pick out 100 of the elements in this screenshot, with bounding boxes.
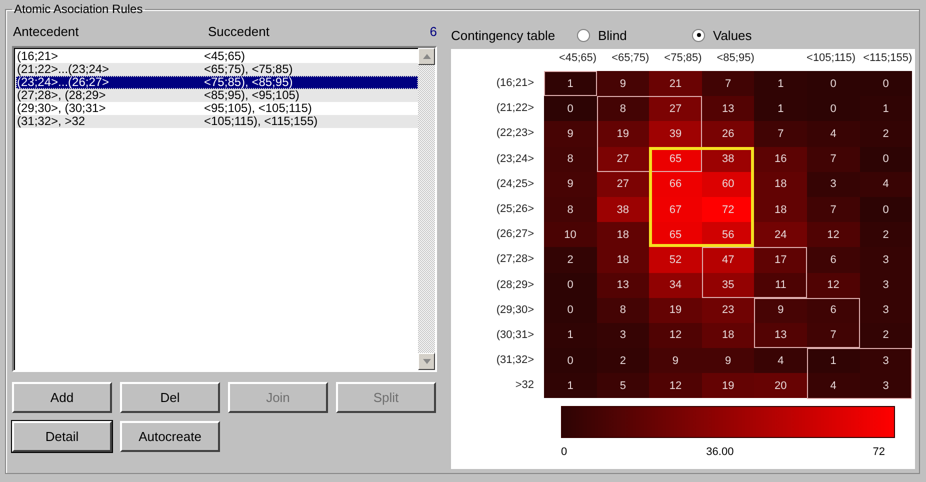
heatmap-cell: 19 [649, 298, 702, 323]
scrollbar[interactable] [418, 48, 435, 370]
action-button[interactable]: Del [120, 382, 220, 413]
radio-option[interactable]: Blind [577, 28, 692, 42]
radio-option[interactable]: Values [692, 28, 807, 42]
heatmap-cell: 13 [702, 96, 754, 122]
row-label: >32 [514, 378, 535, 394]
heatmap-cell: 27 [596, 146, 650, 172]
heatmap-cell: 0 [860, 146, 912, 172]
heatmap-cell: 24 [754, 222, 807, 248]
heatmap-cell: 38 [596, 196, 650, 222]
row-label: (31;32> [495, 353, 535, 368]
heatmap-cell: 20 [754, 373, 807, 398]
heatmap-cell: 21 [649, 71, 702, 96]
heatmap-cell: 12 [806, 272, 860, 298]
rule-row[interactable]: (31;32>, >32 <105;115), <115;155) [16, 115, 418, 128]
heatmap-cell: 8 [544, 196, 597, 222]
row-label: (22;23> [495, 126, 535, 142]
heatmap-cell: 26 [702, 121, 754, 147]
rule-row[interactable]: (27;28>, (28;29> <85;95), <95;105) [16, 89, 418, 102]
scale-label: 72 [872, 446, 885, 458]
column-label: <65;75) [612, 52, 650, 64]
row-label: (16;21> [495, 76, 535, 91]
heatmap-cell: 3 [860, 373, 912, 398]
row-label: (27;28> [495, 252, 535, 268]
heatmap-cell: 67 [649, 196, 702, 222]
heatmap-cell: 18 [702, 322, 754, 348]
heatmap-cell: 2 [860, 222, 912, 248]
heatmap-cell: 1 [754, 71, 807, 96]
heatmap-cell: 2 [860, 322, 912, 348]
heatmap-cell: 3 [860, 247, 912, 272]
heatmap-cell: 2 [860, 121, 912, 147]
row-label: (25;26> [495, 202, 535, 217]
heatmap-cell: 17 [754, 247, 807, 272]
heatmap-cell: 8 [544, 146, 597, 172]
heatmap-cell: 3 [806, 172, 860, 197]
column-header: Antecedent [12, 24, 80, 38]
rule-row[interactable]: (29;30>, (30;31> <95;105), <105;115) [16, 102, 418, 115]
heatmap-cell: 52 [649, 247, 702, 272]
column-header: Succedent [208, 24, 270, 38]
heatmap-cell: 4 [806, 373, 860, 398]
row-label: (29;30> [495, 302, 535, 318]
heatmap-cell: 0 [544, 272, 597, 298]
heatmap-cell: 0 [544, 348, 597, 374]
scale-label: 0 [561, 446, 568, 458]
heatmap-cell: 13 [754, 322, 807, 348]
scroll-down-button[interactable] [418, 353, 435, 370]
heatmap-cell: 9 [544, 121, 597, 147]
heatmap-cell: 16 [754, 146, 807, 172]
rule-row[interactable]: (21;22>...(23;24> <65;75), <75;85) [16, 63, 418, 76]
panel-title: Contingency table [451, 28, 556, 42]
scale-label: 36.00 [706, 446, 734, 458]
rules-listbox[interactable]: (16;21> <45;65) (21;22>...(23;24> <65;75), <75;85) (23;24>...(26;27> <75;85), <85;95) (27;28>, (28;29> <85;95), <95;105) (29;30>, (30;31> <95;105), <105;115) (31;32>, >32 <105;115), <115;155) [12, 46, 437, 372]
heatmap-cell: 6 [806, 298, 860, 323]
heatmap-cell: 7 [806, 322, 860, 348]
heatmap-cell: 6 [806, 247, 860, 272]
heatmap-cell: 18 [754, 172, 807, 197]
up-arrow-icon [422, 54, 430, 59]
heatmap-cell: 9 [702, 348, 754, 374]
scroll-up-button[interactable] [418, 48, 435, 65]
heatmap-cell: 27 [649, 96, 702, 122]
heatmap-cell: 23 [702, 298, 754, 323]
row-label: (24;25> [495, 176, 535, 192]
heatmap-cell: 0 [860, 71, 912, 96]
action-button[interactable]: Detail [12, 421, 112, 452]
heatmap-cell: 9 [544, 172, 597, 197]
row-label: (28;29> [495, 278, 535, 292]
heatmap-cell: 66 [649, 172, 702, 197]
action-button[interactable]: Add [12, 382, 112, 413]
heatmap-cell: 1 [544, 322, 597, 348]
row-label: (26;27> [495, 227, 535, 242]
row-label: (30;31> [495, 328, 535, 343]
heatmap-cell: 0 [544, 298, 597, 323]
heatmap-cell: 11 [754, 272, 807, 298]
action-button[interactable]: Autocreate [120, 421, 220, 452]
rule-row[interactable]: (23;24>...(26;27> <75;85), <85;95) [16, 76, 418, 89]
heatmap-cell: 7 [806, 196, 860, 222]
heatmap-cell: 5 [596, 373, 650, 398]
heatmap-cell: 18 [596, 247, 650, 272]
heatmap-cell: 27 [596, 172, 650, 197]
heatmap-cell: 18 [754, 196, 807, 222]
heatmap-cell: 47 [702, 247, 754, 272]
rule-row[interactable]: (16;21> <45;65) [16, 50, 418, 63]
heatmap-cell: 19 [702, 373, 754, 398]
heatmap-cell: 4 [806, 121, 860, 147]
column-label: <115;155) [863, 52, 912, 64]
heatmap-cell: 4 [860, 172, 912, 197]
column-label: <45;65) [558, 52, 597, 64]
heatmap-cell: 8 [596, 96, 650, 122]
heatmap-cell: 1 [544, 373, 597, 398]
heatmap-cell: 3 [860, 298, 912, 323]
heatmap-cell: 4 [754, 348, 807, 374]
heatmap-cell: 2 [596, 348, 650, 374]
heatmap-cell: 39 [649, 121, 702, 147]
down-arrow-icon [422, 359, 430, 364]
heatmap-cell: 0 [544, 96, 597, 122]
heatmap-cell: 35 [702, 272, 754, 298]
heatmap-cell: 7 [702, 71, 754, 96]
group-title: Atomic Asociation Rules [13, 2, 144, 16]
column-label: <85;95) [716, 52, 754, 64]
